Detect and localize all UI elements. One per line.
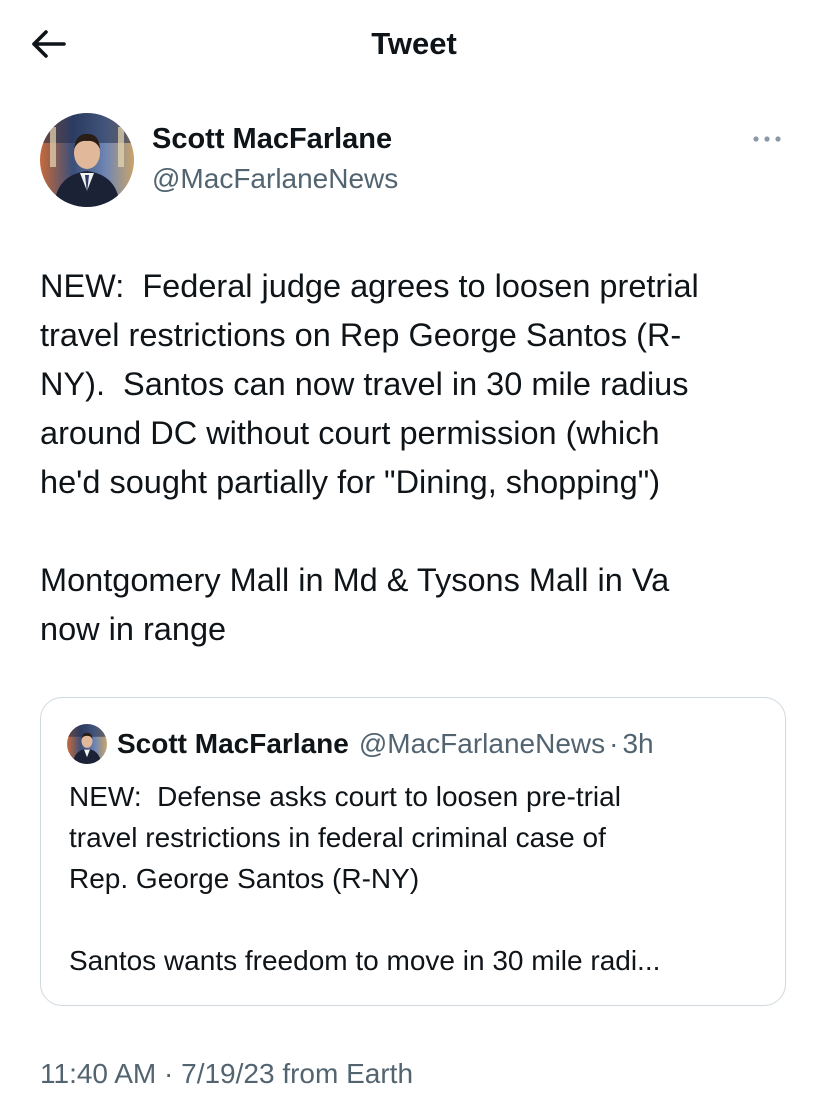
top-bar: Tweet (0, 0, 828, 90)
tweet-metadata: 11:40 AM · 7/19/23 from Earth (40, 1058, 413, 1090)
quoted-author-name: Scott MacFarlane (117, 728, 349, 759)
quoted-tweet-card[interactable]: Scott MacFarlane @MacFarlaneNews · 3h NE… (40, 697, 786, 1006)
quoted-timestamp: 3h (622, 728, 654, 759)
quoted-tweet-header: Scott MacFarlane @MacFarlaneNews · 3h (67, 724, 654, 764)
tweet-text: NEW: Federal judge agrees to loosen pret… (40, 268, 699, 647)
more-horizontal-icon (753, 136, 781, 142)
quoted-separator: · (609, 728, 619, 759)
tweet-time[interactable]: 11:40 AM (40, 1058, 156, 1089)
quoted-author-handle: @MacFarlaneNews (358, 728, 606, 759)
meta-separator: · (156, 1058, 182, 1089)
quoted-tweet-text: NEW: Defense asks court to loosen pre-tr… (69, 781, 661, 976)
quoted-avatar (67, 724, 107, 764)
tweet-source: from Earth (274, 1058, 414, 1089)
avatar[interactable] (40, 113, 134, 207)
tweet-date[interactable]: 7/19/23 (181, 1058, 274, 1089)
author-name[interactable]: Scott MacFarlane (152, 123, 392, 156)
page-title: Tweet (371, 26, 457, 61)
tweet-author: Scott MacFarlane @MacFarlaneNews (40, 113, 788, 209)
author-handle[interactable]: @MacFarlaneNews (152, 163, 398, 195)
more-options-button[interactable] (748, 127, 788, 151)
